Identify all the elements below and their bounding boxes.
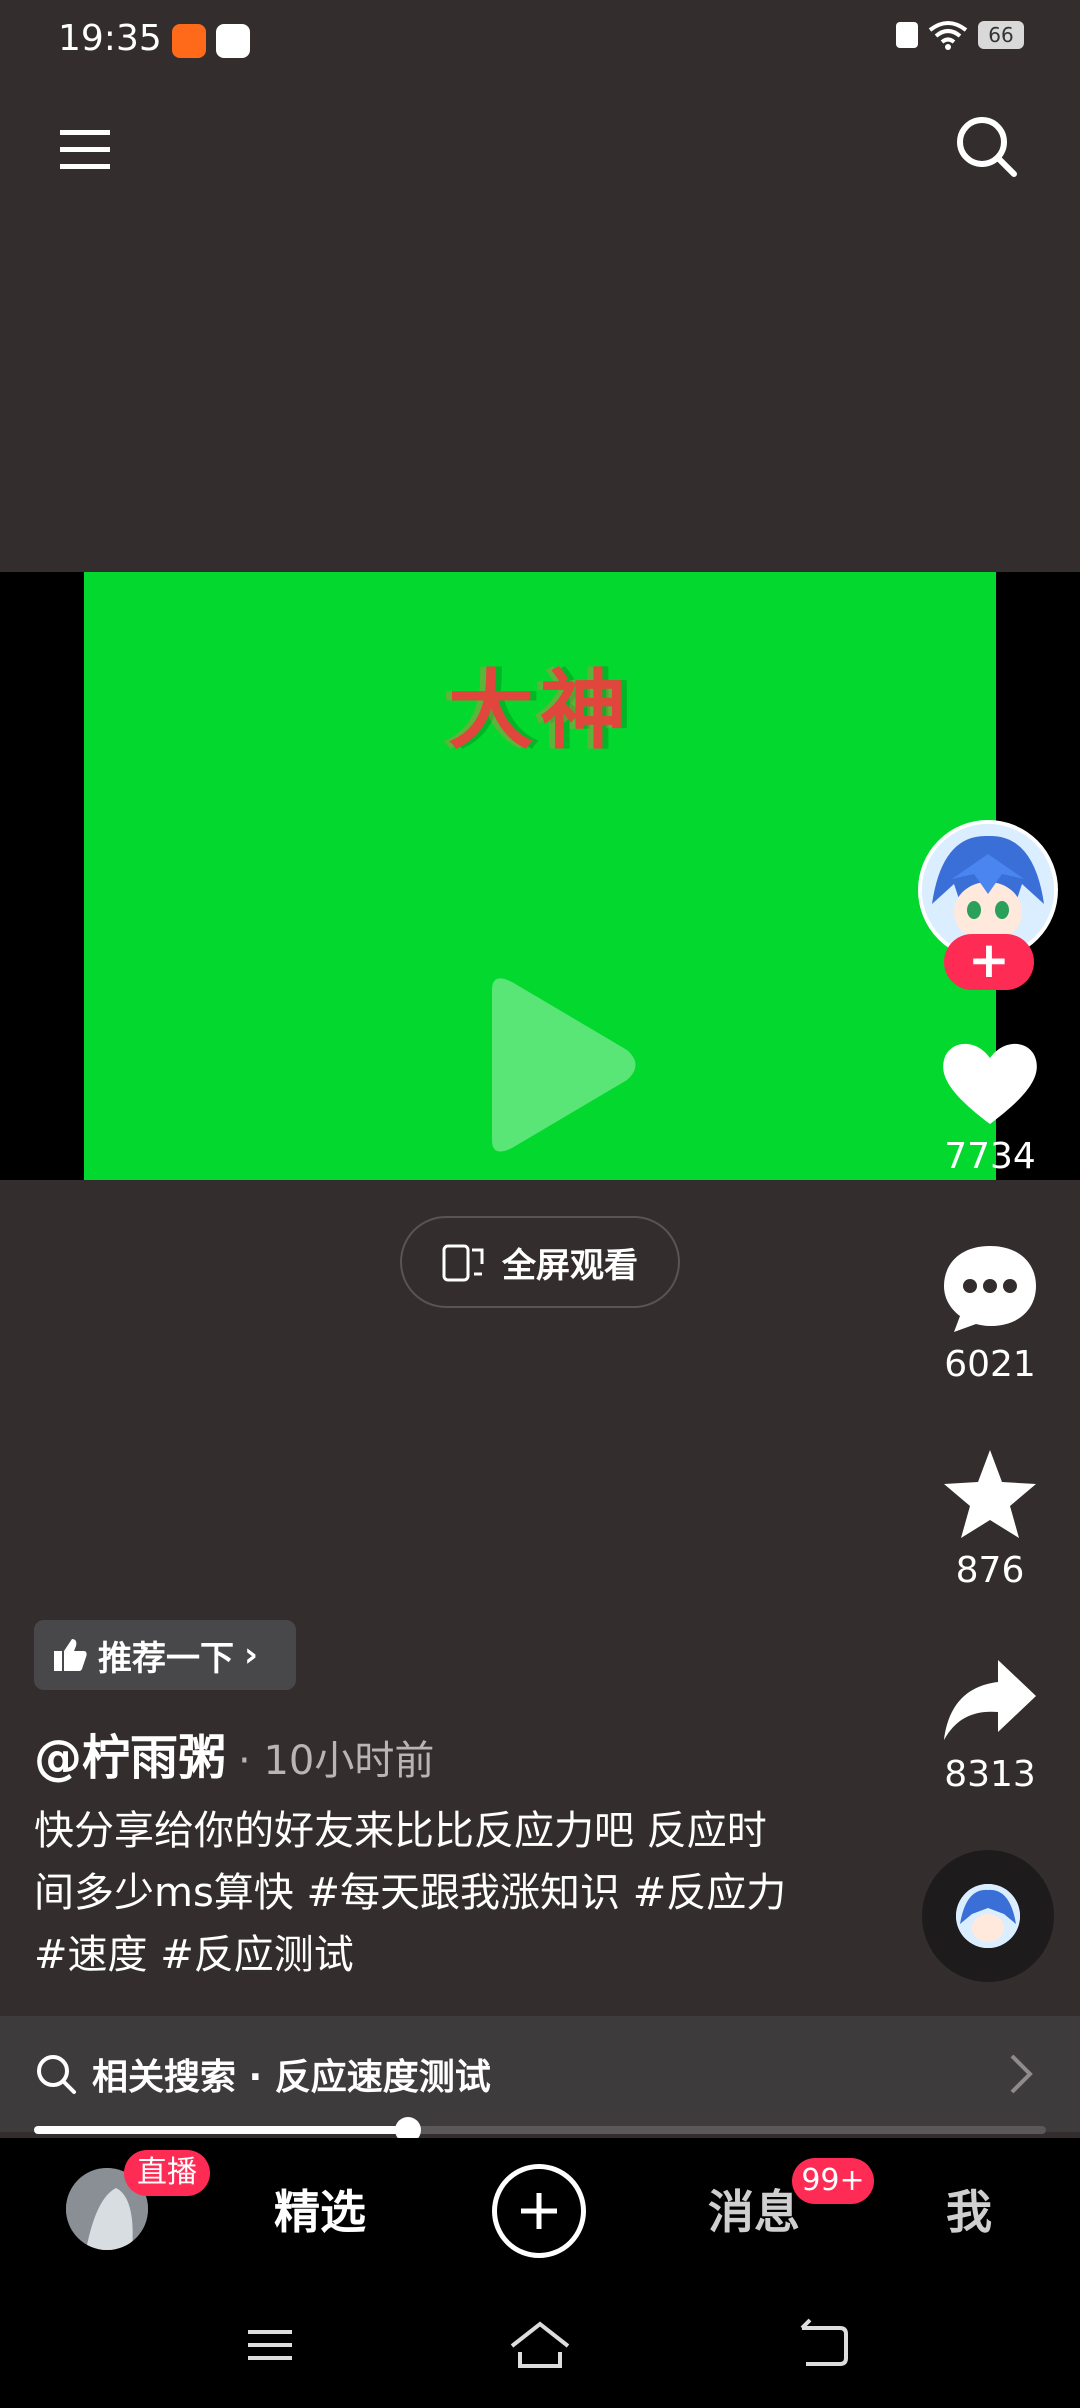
status-time: 19:35 <box>58 18 162 59</box>
like-count: 7734 <box>944 1136 1036 1177</box>
related-search-bar[interactable]: 相关搜索 · 反应速度测试 <box>0 2016 1080 2132</box>
share-arrow-icon <box>944 1660 1036 1740</box>
status-icons: 66 <box>896 20 1024 50</box>
post-time: · 10小时前 <box>238 1738 435 1784</box>
music-disc[interactable] <box>922 1850 1054 1982</box>
music-cover-icon <box>956 1884 1020 1948</box>
home-icon[interactable] <box>500 2310 580 2380</box>
favorite-button[interactable]: 876 <box>920 1446 1060 1591</box>
chevron-right-icon <box>1010 2054 1033 2094</box>
messages-badge: 99+ <box>792 2158 874 2204</box>
comment-icon <box>944 1246 1036 1332</box>
comment-button[interactable]: 6021 <box>920 1240 1060 1385</box>
fullscreen-label: 全屏观看 <box>502 1245 638 1286</box>
chevron-right-icon: › <box>244 1635 259 1675</box>
recent-apps-icon[interactable] <box>230 2310 310 2380</box>
app-notification-icon <box>172 24 206 58</box>
author-name[interactable]: @柠雨粥 <box>34 1718 226 1788</box>
post-caption: 快分享给你的好友来比比反应力吧 反应时间多少ms算快 #每天跟我涨知识 #反应力… <box>34 1808 787 1978</box>
live-badge: 直播 <box>124 2150 210 2196</box>
share-count: 8313 <box>944 1754 1036 1795</box>
related-search-text: 相关搜索 · 反应速度测试 <box>92 2057 491 2098</box>
wifi-icon <box>928 21 968 50</box>
follow-plus-button[interactable]: + <box>944 934 1034 990</box>
tab-messages[interactable]: 消息 <box>708 2176 800 2242</box>
search-icon[interactable] <box>952 112 1022 182</box>
progress-fill <box>34 2126 409 2134</box>
recommend-button[interactable]: 推荐一下 › <box>34 1620 296 1690</box>
author-line: @柠雨粥 · 10小时前 <box>34 1718 434 1788</box>
mail-notification-icon <box>216 24 250 58</box>
play-icon[interactable] <box>472 970 642 1160</box>
no-sim-icon <box>896 22 918 48</box>
battery-indicator: 66 <box>978 21 1024 49</box>
tab-featured[interactable]: 精选 <box>274 2176 366 2242</box>
fullscreen-button[interactable]: 全屏观看 <box>400 1216 680 1308</box>
favorite-count: 876 <box>955 1550 1025 1591</box>
search-icon <box>37 2055 76 2094</box>
back-icon[interactable] <box>784 2310 864 2380</box>
tab-me[interactable]: 我 <box>946 2176 992 2242</box>
thumbs-up-icon <box>54 1639 87 1671</box>
comment-count: 6021 <box>944 1344 1036 1385</box>
create-button[interactable] <box>492 2164 586 2258</box>
heart-icon <box>943 1043 1037 1124</box>
rotate-screen-icon <box>442 1244 484 1282</box>
plus-icon <box>521 2193 557 2229</box>
share-button[interactable]: 8313 <box>920 1656 1060 1795</box>
video-overlay-text: 大神 <box>448 661 632 761</box>
menu-icon[interactable] <box>58 122 112 176</box>
star-icon <box>944 1450 1036 1538</box>
like-button[interactable]: 7734 <box>920 1036 1060 1177</box>
recommend-label: 推荐一下 <box>98 1638 234 1679</box>
